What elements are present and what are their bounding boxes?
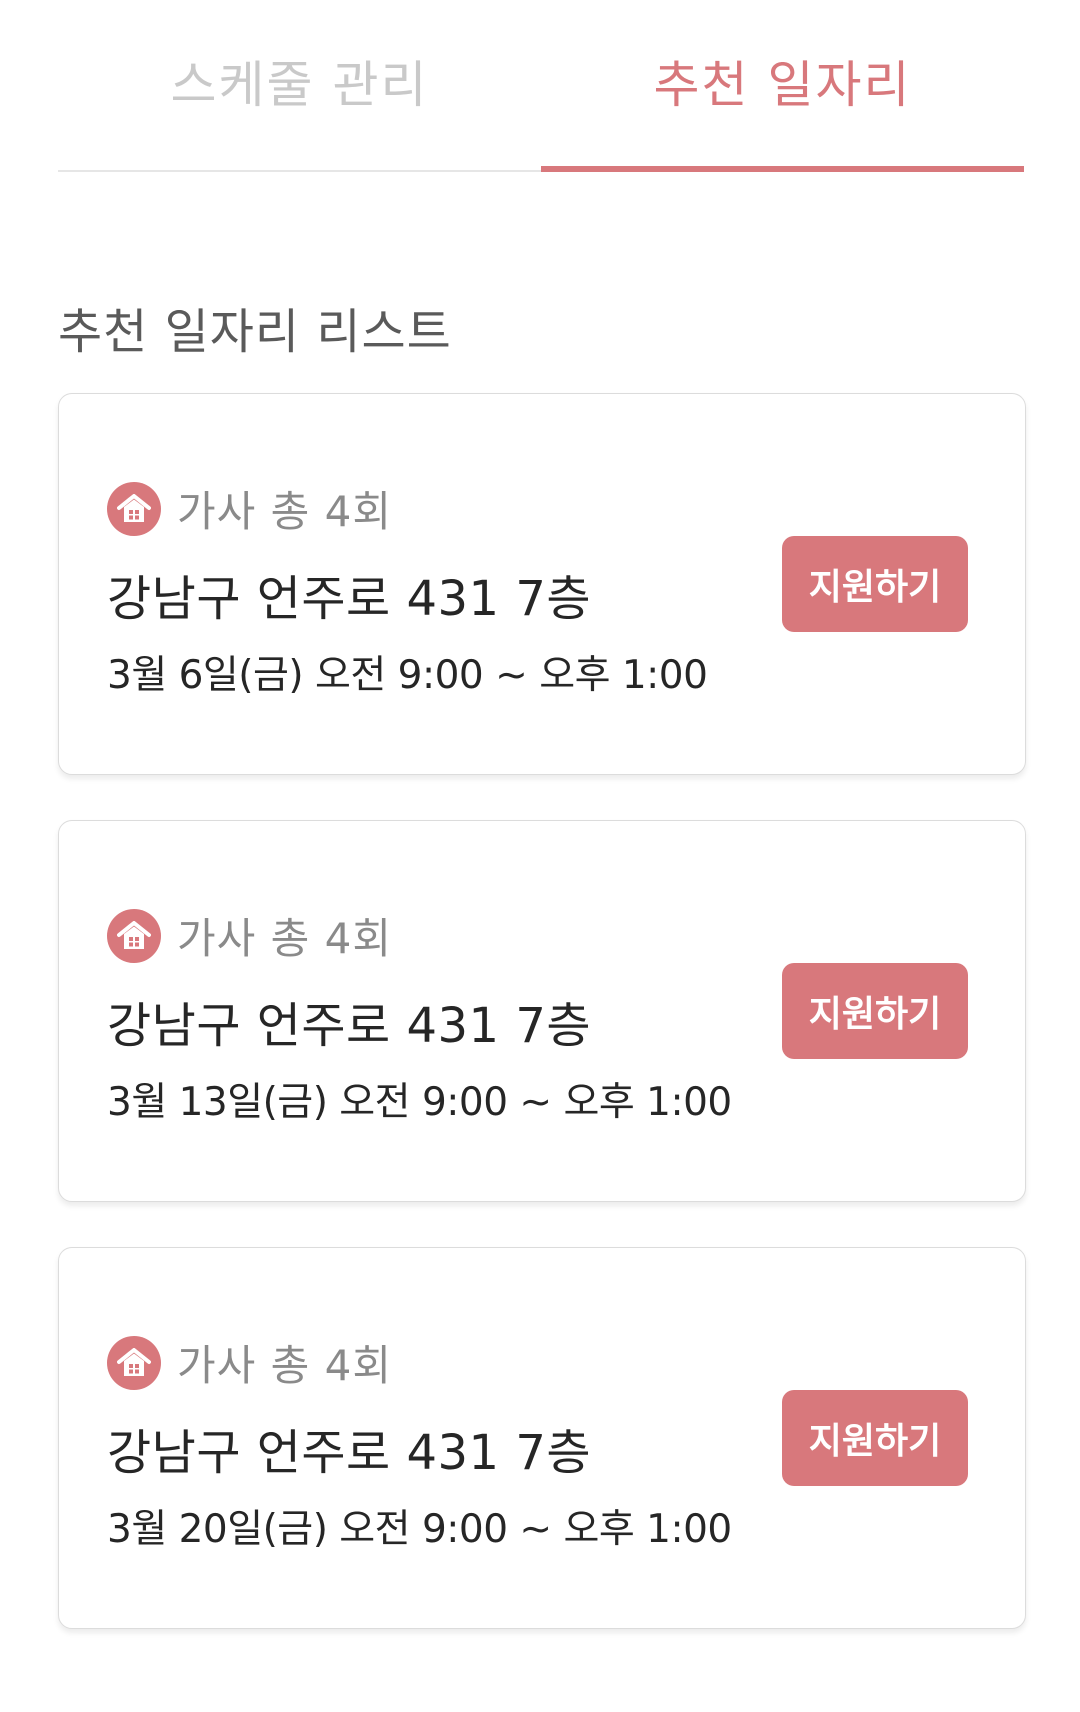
job-datetime: 3월 6일(금) 오전 9:00 ~ 오후 1:00 [107,653,708,698]
tab-schedule-management[interactable]: 스케줄 관리 [58,0,541,170]
job-datetime: 3월 20일(금) 오전 9:00 ~ 오후 1:00 [107,1507,732,1552]
job-address: 강남구 언주로 431 7층 [107,1425,592,1481]
home-icon [107,1335,161,1390]
apply-button[interactable]: 지원하기 [782,1390,968,1486]
job-address: 강남구 언주로 431 7층 [107,571,592,627]
section-title: 추천 일자리 리스트 [58,304,452,360]
job-card: 가사 총 4회 강남구 언주로 431 7층 3월 6일(금) 오전 9:00 … [58,393,1026,775]
job-type-row: 가사 총 4회 [107,1332,392,1393]
job-card: 가사 총 4회 강남구 언주로 431 7층 3월 13일(금) 오전 9:00… [58,820,1026,1202]
job-type-row: 가사 총 4회 [107,478,392,539]
apply-button[interactable]: 지원하기 [782,536,968,632]
home-icon [107,908,161,963]
tab-label: 스케줄 관리 [170,56,429,114]
page: 스케줄 관리 추천 일자리 추천 일자리 리스트 가사 총 4회 강남구 언주로… [0,0,1080,1712]
job-card: 가사 총 4회 강남구 언주로 431 7층 3월 20일(금) 오전 9:00… [58,1247,1026,1629]
job-address: 강남구 언주로 431 7층 [107,998,592,1054]
job-list: 가사 총 4회 강남구 언주로 431 7층 3월 6일(금) 오전 9:00 … [58,393,1026,1674]
tab-label: 추천 일자리 [653,56,912,114]
tab-recommended-jobs[interactable]: 추천 일자리 [541,0,1024,172]
job-datetime: 3월 13일(금) 오전 9:00 ~ 오후 1:00 [107,1080,732,1125]
job-type: 가사 총 4회 [177,1341,392,1390]
job-type: 가사 총 4회 [177,914,392,963]
home-icon [107,481,161,536]
job-type-row: 가사 총 4회 [107,905,392,966]
tab-bar: 스케줄 관리 추천 일자리 [58,0,1024,172]
job-type: 가사 총 4회 [177,487,392,536]
apply-button[interactable]: 지원하기 [782,963,968,1059]
